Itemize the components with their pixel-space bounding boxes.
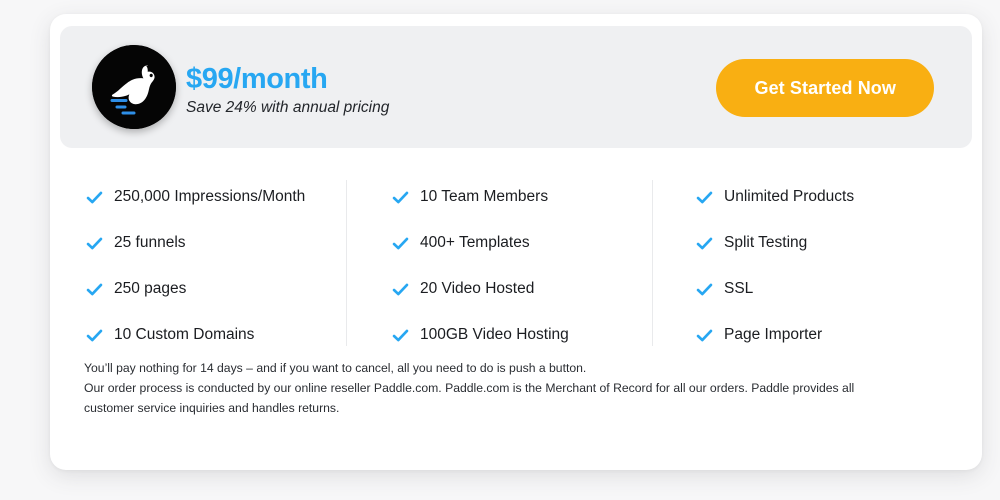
check-icon: [392, 191, 409, 203]
feature-label: 25 funnels: [114, 234, 186, 252]
plan-savings-note: Save 24% with annual pricing: [186, 99, 390, 117]
check-icon: [86, 237, 103, 249]
feature-item: Unlimited Products: [696, 174, 956, 220]
plan-price: $99/month: [186, 63, 328, 95]
features-grid: 250,000 Impressions/Month 25 funnels 250…: [78, 174, 956, 358]
feature-label: SSL: [724, 280, 754, 298]
check-icon: [86, 283, 103, 295]
feature-item: SSL: [696, 266, 956, 312]
plan-header-band: $99/month Save 24% with annual pricing G…: [60, 26, 972, 148]
rabbit-logo-icon: [92, 45, 176, 129]
check-icon: [392, 237, 409, 249]
fine-print: You’ll pay nothing for 14 days – and if …: [84, 359, 944, 418]
feature-item: 20 Video Hosted: [392, 266, 652, 312]
feature-item: Split Testing: [696, 220, 956, 266]
check-icon: [392, 329, 409, 341]
feature-label: 250 pages: [114, 280, 187, 298]
feature-label: 10 Custom Domains: [114, 326, 255, 344]
feature-item: Page Importer: [696, 312, 956, 358]
check-icon: [86, 191, 103, 203]
feature-column-2: 10 Team Members 400+ Templates 20 Video …: [346, 174, 652, 358]
check-icon: [696, 237, 713, 249]
feature-label: Unlimited Products: [724, 188, 855, 206]
pricing-card: $99/month Save 24% with annual pricing G…: [50, 14, 982, 470]
feature-column-3: Unlimited Products Split Testing SSL Pag…: [652, 174, 956, 358]
feature-column-1: 250,000 Impressions/Month 25 funnels 250…: [78, 174, 346, 358]
fine-print-line-3: customer service inquiries and handles r…: [84, 400, 340, 415]
feature-item: 250 pages: [86, 266, 346, 312]
feature-label: 400+ Templates: [420, 234, 530, 252]
feature-item: 25 funnels: [86, 220, 346, 266]
check-icon: [696, 283, 713, 295]
feature-item: 250,000 Impressions/Month: [86, 174, 346, 220]
check-icon: [86, 329, 103, 341]
check-icon: [696, 191, 713, 203]
feature-label: 250,000 Impressions/Month: [114, 188, 306, 206]
feature-item: 400+ Templates: [392, 220, 652, 266]
pricing-page: $99/month Save 24% with annual pricing G…: [0, 0, 1000, 500]
feature-label: Split Testing: [724, 234, 808, 252]
feature-label: Page Importer: [724, 326, 823, 344]
fine-print-line-2: Our order process is conducted by our on…: [84, 380, 855, 395]
get-started-button[interactable]: Get Started Now: [716, 59, 934, 117]
feature-label: 100GB Video Hosting: [420, 326, 569, 344]
feature-label: 10 Team Members: [420, 188, 549, 206]
price-block: $99/month Save 24% with annual pricing: [186, 64, 389, 118]
feature-label: 20 Video Hosted: [420, 280, 535, 298]
feature-item: 100GB Video Hosting: [392, 312, 652, 358]
feature-item: 10 Team Members: [392, 174, 652, 220]
check-icon: [696, 329, 713, 341]
feature-item: 10 Custom Domains: [86, 312, 346, 358]
check-icon: [392, 283, 409, 295]
fine-print-line-1: You’ll pay nothing for 14 days – and if …: [84, 361, 587, 375]
